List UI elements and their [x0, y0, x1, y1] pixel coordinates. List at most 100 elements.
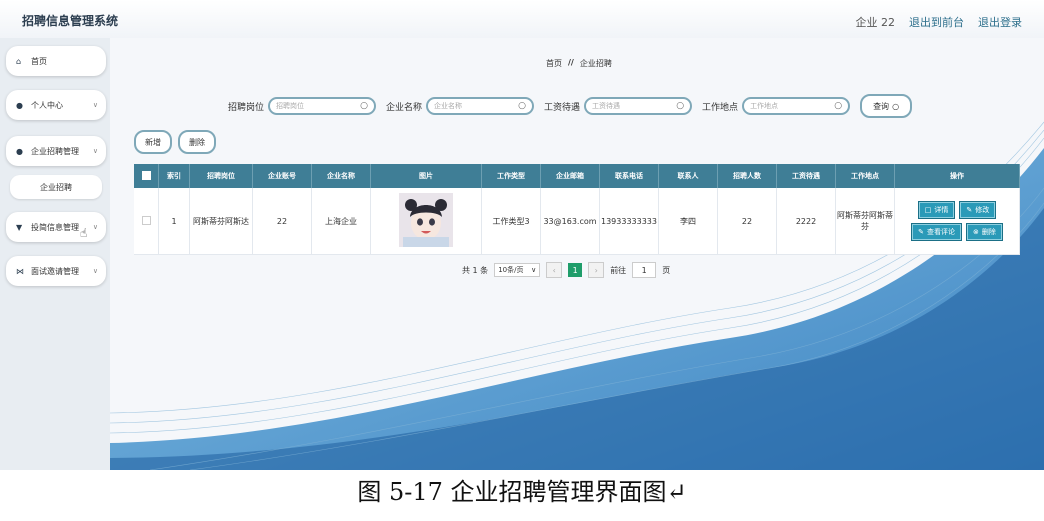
current-page-button[interactable]: 1 [568, 263, 583, 277]
sidebar-item-label: 首页 [31, 56, 47, 66]
main-content: 首页 // 企业招聘 招聘岗位 招聘岗位 ○ 企业名称 企业名称 ○ 工资待遇 … [110, 38, 1044, 470]
sidebar-item-home[interactable]: ⌂ 首页 [6, 46, 106, 76]
goto-page-input[interactable]: 1 [632, 262, 657, 278]
detail-button[interactable]: □ 详情 [917, 201, 956, 219]
search-label-position: 招聘岗位 [228, 102, 265, 113]
cell-location: 阿斯蒂芬阿斯蒂芬 [835, 188, 895, 255]
avatar [399, 193, 453, 247]
col-header: 工作类型 [481, 164, 541, 188]
col-header: 图片 [370, 164, 482, 188]
search-label-company: 企业名称 [386, 102, 423, 113]
sidebar-item-recruit-manage[interactable]: ● 企业招聘管理 ∨ [6, 136, 106, 166]
hand-cursor-icon: ☝ [80, 226, 88, 240]
sidebar-item-interview-manage[interactable]: ⋈ 面试邀请管理 ∨ [6, 256, 106, 286]
view-comments-button[interactable]: ✎ 查看评论 [911, 223, 962, 241]
search-input-position[interactable]: 招聘岗位 ○ [268, 97, 377, 115]
top-bar: 招聘信息管理系统 企业 22 退出到前台 退出登录 [0, 0, 1044, 39]
col-header: 联系电话 [599, 164, 659, 188]
sidebar-item-label: 企业招聘管理 [31, 146, 79, 156]
total-count: 共 1 条 [462, 265, 489, 275]
cell-account: 22 [252, 188, 312, 255]
top-right-links: 企业 22 退出到前台 退出登录 [856, 14, 1023, 30]
search-bar: 招聘岗位 招聘岗位 ○ 企业名称 企业名称 ○ 工资待遇 工资待遇 ○ 工作地点… [228, 94, 913, 118]
chevron-down-icon: ∨ [92, 223, 98, 231]
app-screen: 招聘信息管理系统 企业 22 退出到前台 退出登录 ⌂ 首页 ● 个人中心 ∨ … [0, 0, 1044, 470]
col-header: 操作 [894, 164, 1020, 188]
search-icon: ○ [518, 101, 527, 111]
edit-icon: ✎ [966, 206, 973, 214]
logout-link[interactable]: 退出登录 [978, 14, 1022, 30]
add-button[interactable]: 新增 [134, 130, 172, 154]
sidebar-item-label: 个人中心 [31, 100, 63, 110]
cell-operations: □ 详情 ✎ 修改 ✎ 查看评论 ⊗ 删除 [894, 188, 1020, 255]
table-row: 1 阿斯蒂芬阿斯达 22 上海企业 工作类型3 33@163.com 13933… [134, 188, 1020, 255]
col-header: 工资待遇 [776, 164, 836, 188]
search-icon: ○ [834, 101, 843, 111]
col-header: 企业账号 [252, 164, 312, 188]
pagination: 共 1 条 10条/页 ∨ ‹ 1 › 前往 1 页 [462, 262, 670, 278]
col-header: 企业邮箱 [540, 164, 600, 188]
search-icon: ○ [892, 101, 900, 111]
delete-icon: ⊗ [973, 228, 979, 236]
edit-button[interactable]: ✎ 修改 [959, 201, 997, 219]
col-header: 招聘人数 [717, 164, 777, 188]
search-input-location[interactable]: 工作地点 ○ [742, 97, 851, 115]
chevron-right-icon: › [594, 265, 598, 275]
query-button[interactable]: 查询 ○ [860, 94, 913, 118]
home-icon: ⌂ [16, 56, 22, 66]
figure-caption: 图 5-17 企业招聘管理界面图↵ [357, 478, 687, 506]
prev-page-button[interactable]: ‹ [546, 262, 563, 278]
sidebar-item-personal-center[interactable]: ● 个人中心 ∨ [6, 90, 106, 120]
sidebar-item-label: 投简信息管理 [31, 222, 79, 232]
col-header: 企业名称 [311, 164, 371, 188]
cell-count: 22 [717, 188, 777, 255]
search-label-salary: 工资待遇 [544, 102, 581, 113]
chevron-down-icon: ∨ [92, 101, 98, 109]
chevron-down-icon: ∨ [92, 147, 98, 155]
recruit-table: 索引 招聘岗位 企业账号 企业名称 图片 工作类型 企业邮箱 联系电话 联系人 … [134, 164, 1020, 255]
delete-button[interactable]: 删除 [178, 130, 216, 154]
select-all-checkbox[interactable] [141, 170, 151, 180]
app-title: 招聘信息管理系统 [22, 14, 119, 28]
cell-image [370, 188, 482, 255]
cell-salary: 2222 [776, 188, 836, 255]
select-all-cell [134, 164, 159, 188]
edit-icon: ✎ [918, 228, 924, 236]
row-delete-button[interactable]: ⊗ 删除 [966, 223, 1003, 241]
pin-icon: ▼ [16, 222, 23, 232]
breadcrumb-home[interactable]: 首页 [546, 58, 562, 69]
col-header: 联系人 [658, 164, 718, 188]
sidebar-item-label: 面试邀请管理 [31, 266, 79, 276]
sidebar-item-resume-manage[interactable]: ▼ 投简信息管理 ∨ [6, 212, 106, 242]
table-header-row: 索引 招聘岗位 企业账号 企业名称 图片 工作类型 企业邮箱 联系电话 联系人 … [134, 164, 1020, 188]
sidebar-subitem-recruit[interactable]: 企业招聘 [10, 175, 102, 199]
cell-phone: 13933333333 [599, 188, 659, 255]
search-input-salary[interactable]: 工资待遇 ○ [584, 97, 693, 115]
edit-label: 修改 [975, 206, 990, 214]
chevron-down-icon: ∨ [531, 266, 537, 274]
col-header: 工作地点 [835, 164, 895, 188]
chevron-left-icon: ‹ [552, 265, 556, 275]
toolbar: 新增 删除 [134, 130, 216, 154]
search-label-location: 工作地点 [702, 102, 739, 113]
placeholder-text: 招聘岗位 [276, 102, 305, 110]
search-input-company[interactable]: 企业名称 ○ [426, 97, 535, 115]
cell-type: 工作类型3 [481, 188, 541, 255]
col-header: 招聘岗位 [189, 164, 253, 188]
cell-index: 1 [158, 188, 190, 255]
page-size-value: 10条/页 [498, 266, 524, 274]
row-checkbox[interactable] [141, 215, 151, 225]
search-icon: ○ [676, 101, 685, 111]
cell-contact: 李四 [658, 188, 718, 255]
detail-label: 详情 [934, 206, 949, 214]
detail-icon: □ [924, 206, 932, 214]
row-select-cell [134, 188, 159, 255]
search-icon: ○ [360, 101, 369, 111]
cell-email: 33@163.com [540, 188, 600, 255]
breadcrumb-current: 企业招聘 [579, 59, 612, 68]
exit-to-front-link[interactable]: 退出到前台 [909, 14, 964, 30]
placeholder-text: 企业名称 [434, 102, 463, 110]
person-icon: ● [16, 100, 23, 110]
next-page-button[interactable]: › [588, 262, 605, 278]
page-size-select[interactable]: 10条/页 ∨ [494, 263, 541, 277]
